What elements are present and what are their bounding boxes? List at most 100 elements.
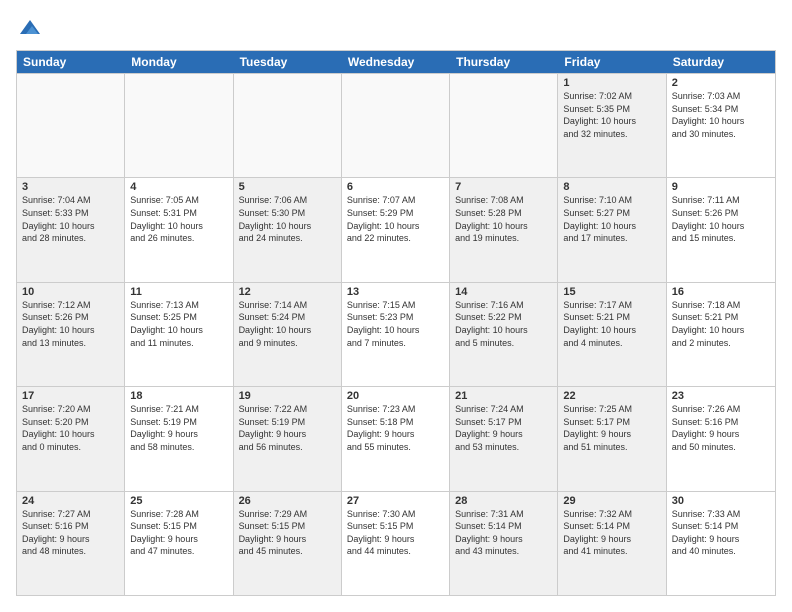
calendar-row: 17Sunrise: 7:20 AM Sunset: 5:20 PM Dayli… bbox=[17, 386, 775, 490]
calendar-cell bbox=[234, 74, 342, 177]
calendar-cell: 25Sunrise: 7:28 AM Sunset: 5:15 PM Dayli… bbox=[125, 492, 233, 595]
day-number: 6 bbox=[347, 181, 444, 193]
day-number: 13 bbox=[347, 286, 444, 298]
day-info: Sunrise: 7:03 AM Sunset: 5:34 PM Dayligh… bbox=[672, 90, 770, 140]
day-number: 16 bbox=[672, 286, 770, 298]
day-info: Sunrise: 7:25 AM Sunset: 5:17 PM Dayligh… bbox=[563, 403, 660, 453]
day-info: Sunrise: 7:22 AM Sunset: 5:19 PM Dayligh… bbox=[239, 403, 336, 453]
calendar-cell: 4Sunrise: 7:05 AM Sunset: 5:31 PM Daylig… bbox=[125, 178, 233, 281]
day-info: Sunrise: 7:31 AM Sunset: 5:14 PM Dayligh… bbox=[455, 508, 552, 558]
calendar-cell: 24Sunrise: 7:27 AM Sunset: 5:16 PM Dayli… bbox=[17, 492, 125, 595]
calendar-cell: 11Sunrise: 7:13 AM Sunset: 5:25 PM Dayli… bbox=[125, 283, 233, 386]
weekday-header: Sunday bbox=[17, 51, 125, 73]
day-number: 14 bbox=[455, 286, 552, 298]
day-info: Sunrise: 7:04 AM Sunset: 5:33 PM Dayligh… bbox=[22, 194, 119, 244]
day-info: Sunrise: 7:10 AM Sunset: 5:27 PM Dayligh… bbox=[563, 194, 660, 244]
weekday-header: Wednesday bbox=[342, 51, 450, 73]
calendar-cell: 23Sunrise: 7:26 AM Sunset: 5:16 PM Dayli… bbox=[667, 387, 775, 490]
calendar-cell: 20Sunrise: 7:23 AM Sunset: 5:18 PM Dayli… bbox=[342, 387, 450, 490]
day-info: Sunrise: 7:23 AM Sunset: 5:18 PM Dayligh… bbox=[347, 403, 444, 453]
calendar-cell: 26Sunrise: 7:29 AM Sunset: 5:15 PM Dayli… bbox=[234, 492, 342, 595]
logo-icon bbox=[18, 16, 42, 40]
calendar-body: 1Sunrise: 7:02 AM Sunset: 5:35 PM Daylig… bbox=[17, 73, 775, 595]
day-number: 30 bbox=[672, 495, 770, 507]
logo bbox=[16, 16, 42, 40]
day-info: Sunrise: 7:07 AM Sunset: 5:29 PM Dayligh… bbox=[347, 194, 444, 244]
day-number: 7 bbox=[455, 181, 552, 193]
calendar-cell: 28Sunrise: 7:31 AM Sunset: 5:14 PM Dayli… bbox=[450, 492, 558, 595]
day-number: 22 bbox=[563, 390, 660, 402]
day-number: 3 bbox=[22, 181, 119, 193]
calendar-cell: 3Sunrise: 7:04 AM Sunset: 5:33 PM Daylig… bbox=[17, 178, 125, 281]
calendar-cell: 7Sunrise: 7:08 AM Sunset: 5:28 PM Daylig… bbox=[450, 178, 558, 281]
calendar-cell bbox=[450, 74, 558, 177]
day-number: 20 bbox=[347, 390, 444, 402]
calendar: SundayMondayTuesdayWednesdayThursdayFrid… bbox=[16, 50, 776, 596]
calendar-cell bbox=[125, 74, 233, 177]
day-info: Sunrise: 7:18 AM Sunset: 5:21 PM Dayligh… bbox=[672, 299, 770, 349]
day-number: 9 bbox=[672, 181, 770, 193]
day-number: 10 bbox=[22, 286, 119, 298]
day-info: Sunrise: 7:08 AM Sunset: 5:28 PM Dayligh… bbox=[455, 194, 552, 244]
calendar-cell: 10Sunrise: 7:12 AM Sunset: 5:26 PM Dayli… bbox=[17, 283, 125, 386]
calendar-cell: 17Sunrise: 7:20 AM Sunset: 5:20 PM Dayli… bbox=[17, 387, 125, 490]
day-number: 11 bbox=[130, 286, 227, 298]
day-info: Sunrise: 7:05 AM Sunset: 5:31 PM Dayligh… bbox=[130, 194, 227, 244]
day-info: Sunrise: 7:12 AM Sunset: 5:26 PM Dayligh… bbox=[22, 299, 119, 349]
day-info: Sunrise: 7:20 AM Sunset: 5:20 PM Dayligh… bbox=[22, 403, 119, 453]
day-info: Sunrise: 7:15 AM Sunset: 5:23 PM Dayligh… bbox=[347, 299, 444, 349]
calendar-cell bbox=[342, 74, 450, 177]
calendar-cell: 1Sunrise: 7:02 AM Sunset: 5:35 PM Daylig… bbox=[558, 74, 666, 177]
calendar-cell: 21Sunrise: 7:24 AM Sunset: 5:17 PM Dayli… bbox=[450, 387, 558, 490]
calendar-cell: 13Sunrise: 7:15 AM Sunset: 5:23 PM Dayli… bbox=[342, 283, 450, 386]
day-number: 24 bbox=[22, 495, 119, 507]
calendar-cell: 2Sunrise: 7:03 AM Sunset: 5:34 PM Daylig… bbox=[667, 74, 775, 177]
day-info: Sunrise: 7:27 AM Sunset: 5:16 PM Dayligh… bbox=[22, 508, 119, 558]
day-info: Sunrise: 7:17 AM Sunset: 5:21 PM Dayligh… bbox=[563, 299, 660, 349]
calendar-cell: 27Sunrise: 7:30 AM Sunset: 5:15 PM Dayli… bbox=[342, 492, 450, 595]
day-number: 12 bbox=[239, 286, 336, 298]
day-info: Sunrise: 7:28 AM Sunset: 5:15 PM Dayligh… bbox=[130, 508, 227, 558]
day-info: Sunrise: 7:26 AM Sunset: 5:16 PM Dayligh… bbox=[672, 403, 770, 453]
page: SundayMondayTuesdayWednesdayThursdayFrid… bbox=[0, 0, 792, 612]
day-number: 23 bbox=[672, 390, 770, 402]
day-info: Sunrise: 7:24 AM Sunset: 5:17 PM Dayligh… bbox=[455, 403, 552, 453]
day-number: 5 bbox=[239, 181, 336, 193]
calendar-header: SundayMondayTuesdayWednesdayThursdayFrid… bbox=[17, 51, 775, 73]
weekday-header: Friday bbox=[558, 51, 666, 73]
day-number: 8 bbox=[563, 181, 660, 193]
weekday-header: Tuesday bbox=[234, 51, 342, 73]
day-number: 18 bbox=[130, 390, 227, 402]
day-number: 21 bbox=[455, 390, 552, 402]
day-number: 15 bbox=[563, 286, 660, 298]
calendar-cell: 9Sunrise: 7:11 AM Sunset: 5:26 PM Daylig… bbox=[667, 178, 775, 281]
day-number: 29 bbox=[563, 495, 660, 507]
calendar-cell: 5Sunrise: 7:06 AM Sunset: 5:30 PM Daylig… bbox=[234, 178, 342, 281]
calendar-row: 3Sunrise: 7:04 AM Sunset: 5:33 PM Daylig… bbox=[17, 177, 775, 281]
day-info: Sunrise: 7:21 AM Sunset: 5:19 PM Dayligh… bbox=[130, 403, 227, 453]
day-number: 26 bbox=[239, 495, 336, 507]
calendar-cell: 16Sunrise: 7:18 AM Sunset: 5:21 PM Dayli… bbox=[667, 283, 775, 386]
weekday-header: Saturday bbox=[667, 51, 775, 73]
day-info: Sunrise: 7:16 AM Sunset: 5:22 PM Dayligh… bbox=[455, 299, 552, 349]
calendar-cell bbox=[17, 74, 125, 177]
day-number: 2 bbox=[672, 77, 770, 89]
calendar-cell: 19Sunrise: 7:22 AM Sunset: 5:19 PM Dayli… bbox=[234, 387, 342, 490]
calendar-cell: 30Sunrise: 7:33 AM Sunset: 5:14 PM Dayli… bbox=[667, 492, 775, 595]
day-info: Sunrise: 7:11 AM Sunset: 5:26 PM Dayligh… bbox=[672, 194, 770, 244]
day-number: 19 bbox=[239, 390, 336, 402]
day-info: Sunrise: 7:29 AM Sunset: 5:15 PM Dayligh… bbox=[239, 508, 336, 558]
day-number: 28 bbox=[455, 495, 552, 507]
day-number: 4 bbox=[130, 181, 227, 193]
day-info: Sunrise: 7:33 AM Sunset: 5:14 PM Dayligh… bbox=[672, 508, 770, 558]
calendar-cell: 18Sunrise: 7:21 AM Sunset: 5:19 PM Dayli… bbox=[125, 387, 233, 490]
day-info: Sunrise: 7:32 AM Sunset: 5:14 PM Dayligh… bbox=[563, 508, 660, 558]
weekday-header: Thursday bbox=[450, 51, 558, 73]
calendar-cell: 14Sunrise: 7:16 AM Sunset: 5:22 PM Dayli… bbox=[450, 283, 558, 386]
day-info: Sunrise: 7:06 AM Sunset: 5:30 PM Dayligh… bbox=[239, 194, 336, 244]
weekday-header: Monday bbox=[125, 51, 233, 73]
calendar-row: 10Sunrise: 7:12 AM Sunset: 5:26 PM Dayli… bbox=[17, 282, 775, 386]
day-number: 25 bbox=[130, 495, 227, 507]
header bbox=[16, 16, 776, 40]
day-number: 1 bbox=[563, 77, 660, 89]
